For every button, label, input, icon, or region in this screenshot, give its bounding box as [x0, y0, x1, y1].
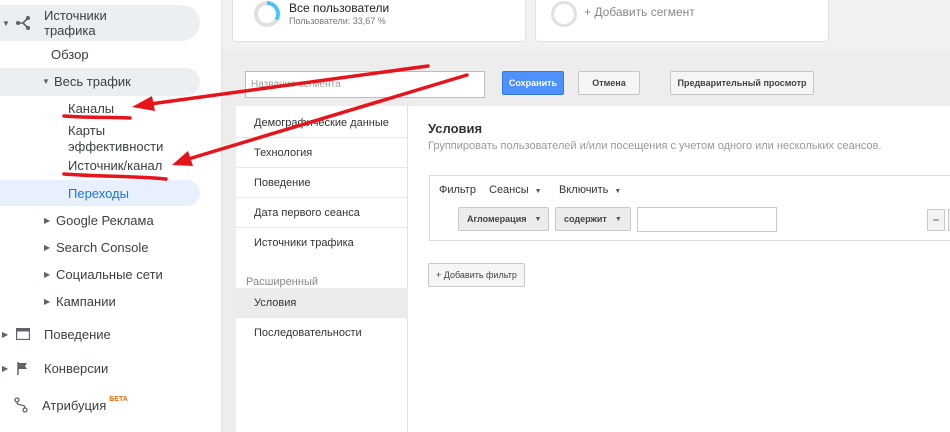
sidebar-item-conversions[interactable]: ▶ Конверсии	[0, 359, 108, 377]
acquisition-icon	[14, 14, 32, 32]
save-button[interactable]: Сохранить	[502, 71, 564, 95]
sidebar-item-label: Источники трафика	[44, 8, 107, 38]
sidebar-item-behavior[interactable]: ▶ Поведение	[0, 325, 111, 343]
dropdown-arrow-icon: ▼	[534, 188, 542, 195]
flag-icon	[14, 359, 32, 377]
conditions-description: Группировать пользователей и/или посещен…	[428, 140, 882, 152]
category-sequences[interactable]: Последовательности	[236, 318, 408, 348]
sidebar-item-label: Карты эффективности	[68, 123, 164, 154]
dimension-select[interactable]: Агломерация ▼	[458, 207, 549, 231]
sidebar: ▼ Источники трафика Обзор ▼ Весь трафик …	[0, 0, 222, 432]
sidebar-item-google-ads[interactable]: ▶ Google Реклама	[44, 213, 154, 228]
caret-down-icon: ▼	[2, 18, 10, 28]
dropdown-arrow-icon: ▼	[534, 215, 542, 223]
category-panel: Демографические данные Технология Поведе…	[236, 106, 408, 432]
caret-right-icon: ▶	[44, 297, 51, 306]
include-label: Включить	[559, 184, 609, 196]
caret-right-icon: ▶	[44, 216, 51, 225]
sidebar-item-label: Каналы	[68, 101, 115, 116]
segment-name-input[interactable]	[245, 71, 485, 98]
category-demographics[interactable]: Демографические данные	[236, 108, 408, 138]
sidebar-item-label: Источник/канал	[68, 158, 163, 173]
sidebar-item-overview[interactable]: Обзор	[51, 47, 89, 62]
sidebar-item-treemaps[interactable]: Карты эффективности	[68, 123, 178, 155]
segment-card-all-users[interactable]: Все пользователи Пользователи: 33,67 %	[232, 0, 526, 42]
behavior-icon	[14, 325, 32, 343]
conditions-title: Условия	[428, 121, 483, 136]
sidebar-item-label: Социальные сети	[56, 267, 163, 282]
preview-button[interactable]: Предварительный просмотр	[670, 71, 814, 95]
caret-right-icon: ▶	[44, 270, 51, 279]
category-behavior[interactable]: Поведение	[236, 168, 408, 198]
sidebar-item-label: Атрибуция	[42, 397, 107, 413]
sidebar-item-label: Поведение	[44, 326, 111, 342]
sidebar-item-label: Google Реклама	[56, 213, 154, 228]
segment-bar: Все пользователи Пользователи: 33,67 % +…	[222, 0, 950, 50]
sidebar-item-search-console[interactable]: ▶ Search Console	[44, 240, 149, 255]
dropdown-arrow-icon: ▼	[614, 188, 622, 195]
remove-condition-button[interactable]: −	[927, 209, 945, 231]
sidebar-item-acquisition[interactable]: ▼ Источники трафика	[0, 8, 200, 38]
beta-badge: БЕТА	[109, 395, 128, 403]
sidebar-item-attribution[interactable]: Атрибуция БЕТА	[12, 396, 128, 414]
sidebar-item-all-traffic[interactable]: ▼ Весь трафик	[42, 74, 131, 89]
dropdown-arrow-icon: ▼	[614, 215, 622, 223]
sidebar-item-referrals[interactable]: Переходы	[68, 186, 129, 201]
segment-name: Все пользователи	[289, 1, 390, 15]
segment-ring-hole	[258, 5, 276, 23]
filter-value-input[interactable]	[637, 207, 777, 232]
category-technology[interactable]: Технология	[236, 138, 408, 168]
sessions-dropdown[interactable]: Сеансы ▼	[489, 184, 542, 196]
category-traffic-sources[interactable]: Источники трафика	[236, 228, 408, 258]
cancel-button[interactable]: Отмена	[578, 71, 640, 95]
operator-label: содержит	[564, 214, 607, 224]
segment-percentage: Пользователи: 33,67 %	[289, 16, 386, 26]
category-conditions[interactable]: Условия	[236, 288, 408, 318]
caret-down-icon: ▼	[42, 77, 50, 86]
operator-select[interactable]: содержит ▼	[555, 207, 631, 231]
include-dropdown[interactable]: Включить ▼	[559, 184, 621, 196]
sidebar-item-label: Переходы	[68, 186, 129, 201]
sidebar-item-source-medium[interactable]: Источник/канал	[68, 158, 162, 173]
filter-label: Фильтр	[439, 184, 476, 196]
caret-right-icon: ▶	[44, 243, 51, 252]
caret-right-icon: ▶	[2, 363, 9, 373]
segment-card-add[interactable]: + Добавить сегмент	[535, 0, 829, 42]
add-filter-button[interactable]: + Добавить фильтр	[428, 263, 525, 287]
sidebar-item-channels[interactable]: Каналы	[68, 101, 114, 116]
attribution-icon	[12, 396, 30, 414]
sidebar-item-label: Весь трафик	[54, 74, 131, 89]
sidebar-item-label: Обзор	[51, 47, 89, 62]
filter-box: Фильтр Сеансы ▼ Включить ▼ Агломерация ▼ со…	[429, 175, 950, 241]
sidebar-item-campaigns[interactable]: ▶ Кампании	[44, 294, 116, 309]
empty-ring-icon	[551, 1, 577, 27]
conditions-panel: Условия Группировать пользователей и/или…	[408, 106, 950, 432]
dimension-label: Агломерация	[467, 214, 527, 224]
caret-right-icon: ▶	[2, 329, 9, 339]
sidebar-item-social[interactable]: ▶ Социальные сети	[44, 267, 163, 282]
add-segment-label: + Добавить сегмент	[584, 5, 695, 19]
sidebar-item-label: Кампании	[56, 294, 116, 309]
sidebar-item-label: Конверсии	[44, 360, 109, 376]
category-first-session-date[interactable]: Дата первого сеанса	[236, 198, 408, 228]
sessions-label: Сеансы	[489, 184, 529, 196]
advanced-section-title: Расширенный	[246, 276, 318, 288]
sidebar-item-label: Search Console	[56, 240, 149, 255]
